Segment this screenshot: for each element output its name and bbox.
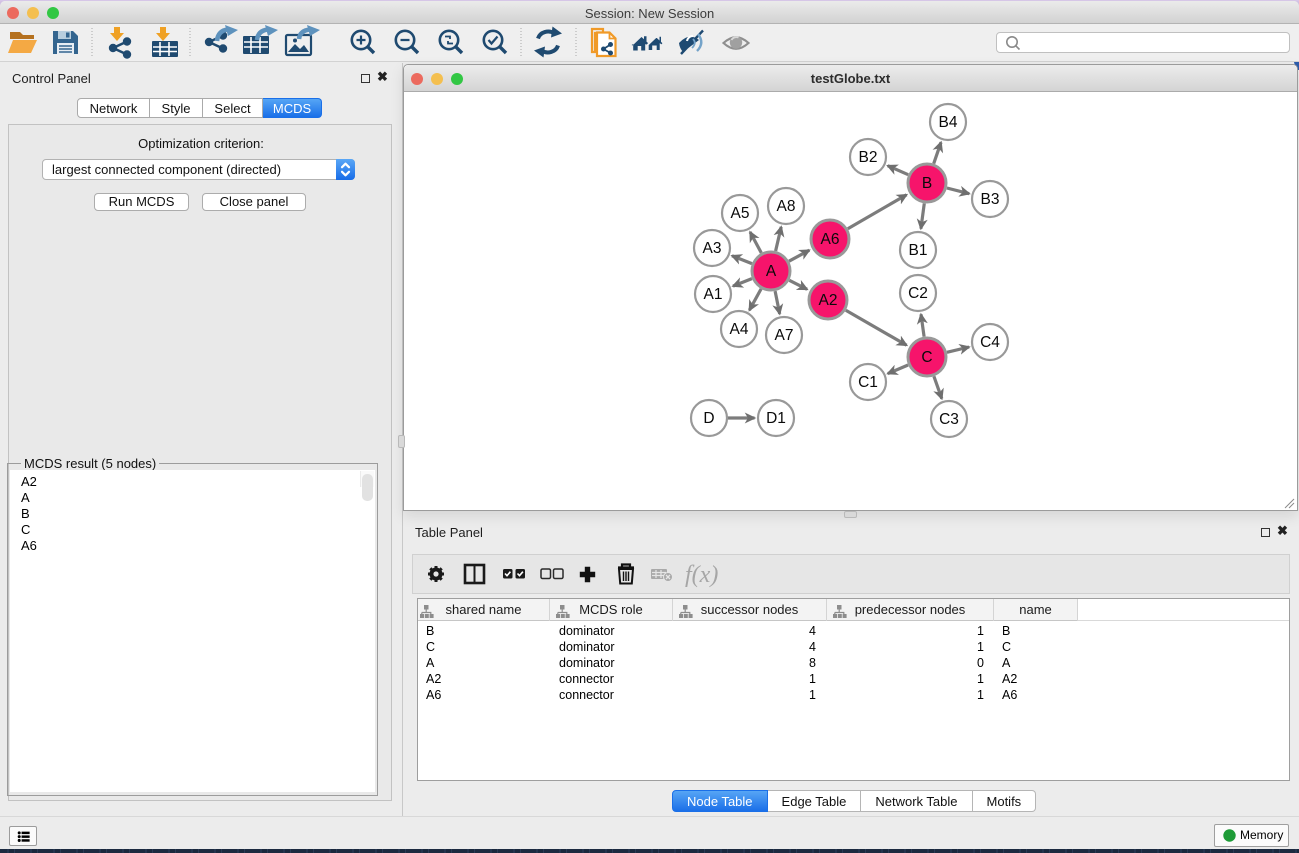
svg-text:A8: A8 (777, 198, 796, 215)
svg-text:C1: C1 (858, 374, 878, 391)
svg-text:C4: C4 (980, 334, 1000, 351)
svg-text:B: B (922, 175, 932, 192)
svg-text:A2: A2 (819, 292, 838, 309)
svg-text:D1: D1 (766, 410, 786, 427)
svg-text:D: D (703, 410, 714, 427)
svg-text:A5: A5 (731, 205, 750, 222)
svg-text:C2: C2 (908, 285, 928, 302)
svg-text:C3: C3 (939, 411, 959, 428)
svg-text:B3: B3 (981, 191, 1000, 208)
svg-text:C: C (921, 349, 932, 366)
svg-text:B4: B4 (939, 114, 958, 131)
svg-text:B2: B2 (859, 149, 878, 166)
svg-text:A3: A3 (703, 240, 722, 257)
svg-text:A: A (766, 263, 777, 280)
svg-text:A1: A1 (704, 286, 723, 303)
svg-text:B1: B1 (909, 242, 928, 259)
svg-text:A6: A6 (821, 231, 840, 248)
svg-text:f(x): f(x) (685, 562, 718, 588)
svg-text:A4: A4 (730, 321, 749, 338)
svg-text:A7: A7 (775, 327, 794, 344)
